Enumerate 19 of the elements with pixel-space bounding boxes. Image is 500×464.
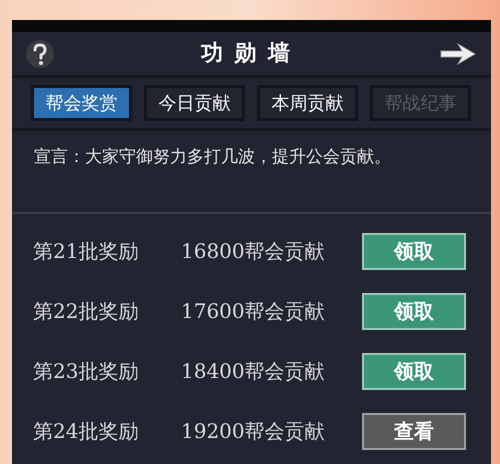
reward-requirement: 17600帮会贡献 xyxy=(181,298,326,325)
arrow-right-icon[interactable] xyxy=(438,40,478,66)
view-button[interactable]: 查看 xyxy=(362,412,466,450)
reward-name: 第24批奖励 xyxy=(33,418,140,445)
reward-requirement: 19200帮会贡献 xyxy=(181,418,326,445)
claim-button[interactable]: 领取 xyxy=(362,232,466,270)
announcement-text: 宣言：大家守御努力多打几波，提升公会贡献。 xyxy=(34,147,391,167)
reward-requirement: 16800帮会贡献 xyxy=(181,238,326,265)
reward-requirement: 18400帮会贡献 xyxy=(181,358,326,385)
tab[interactable]: 帮会奖赏 xyxy=(31,85,132,121)
help-icon[interactable] xyxy=(25,38,55,68)
tab[interactable]: 本周贡献 xyxy=(257,85,358,121)
tab[interactable]: 今日贡献 xyxy=(144,85,245,121)
window-title: 功 勋 墙 xyxy=(200,39,292,68)
claim-button[interactable]: 领取 xyxy=(362,292,466,330)
reward-name: 第22批奖励 xyxy=(33,298,140,325)
reward-name: 第21批奖励 xyxy=(33,238,140,265)
reward-name: 第23批奖励 xyxy=(33,358,140,385)
claim-button[interactable]: 领取 xyxy=(362,352,466,390)
